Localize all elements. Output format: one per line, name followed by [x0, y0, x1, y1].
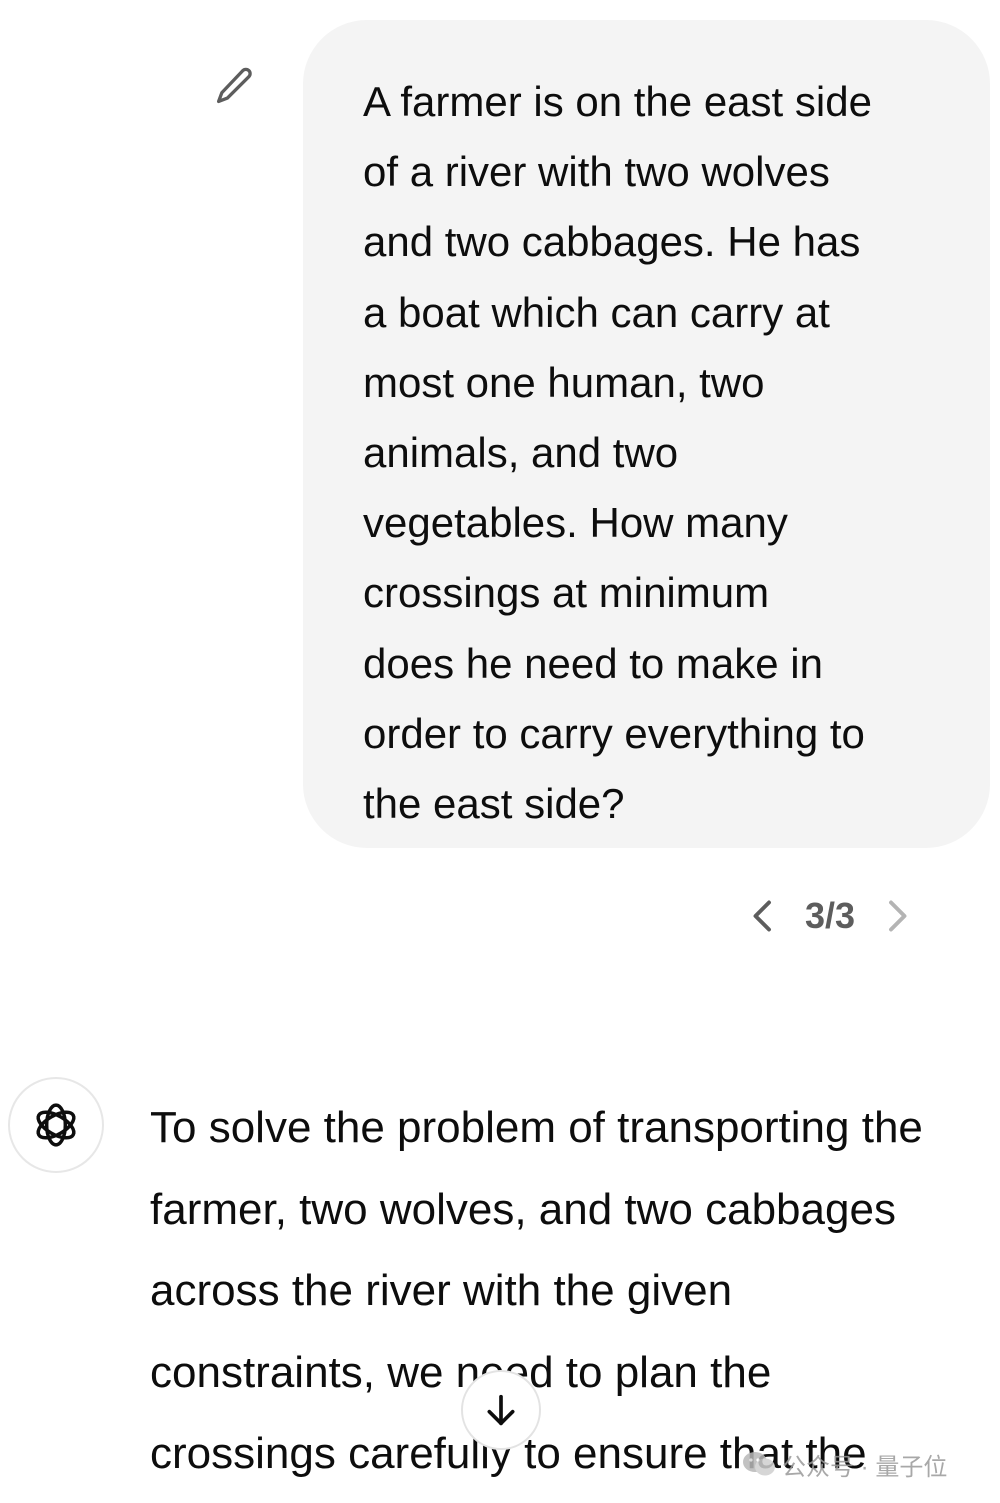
edit-message-button[interactable]: [206, 58, 262, 114]
openai-logo-icon: [36, 1103, 76, 1147]
user-message-bubble: A farmer is on the east side of a river …: [303, 20, 990, 848]
watermark: 公众号 · 量子位: [742, 1442, 947, 1486]
wechat-logo-icon: [743, 1452, 775, 1476]
arrow-down-icon: [487, 1394, 515, 1426]
chevron-right-icon: [889, 900, 907, 932]
version-count: 3/3: [805, 895, 856, 936]
assistant-message-text: To solve the problem of transporting the…: [150, 1103, 923, 1478]
assistant-avatar: [8, 1077, 104, 1173]
user-message-text: A farmer is on the east side of a river …: [363, 78, 872, 828]
response-pager: 3/3: [735, 888, 925, 944]
pencil-icon: [216, 67, 252, 104]
next-version-button[interactable]: [869, 888, 925, 944]
previous-version-button[interactable]: [735, 888, 791, 944]
watermark-text: 公众号 · 量子位: [782, 1453, 948, 1481]
scroll-to-bottom-button[interactable]: [461, 1370, 541, 1450]
chevron-left-icon: [753, 900, 771, 932]
